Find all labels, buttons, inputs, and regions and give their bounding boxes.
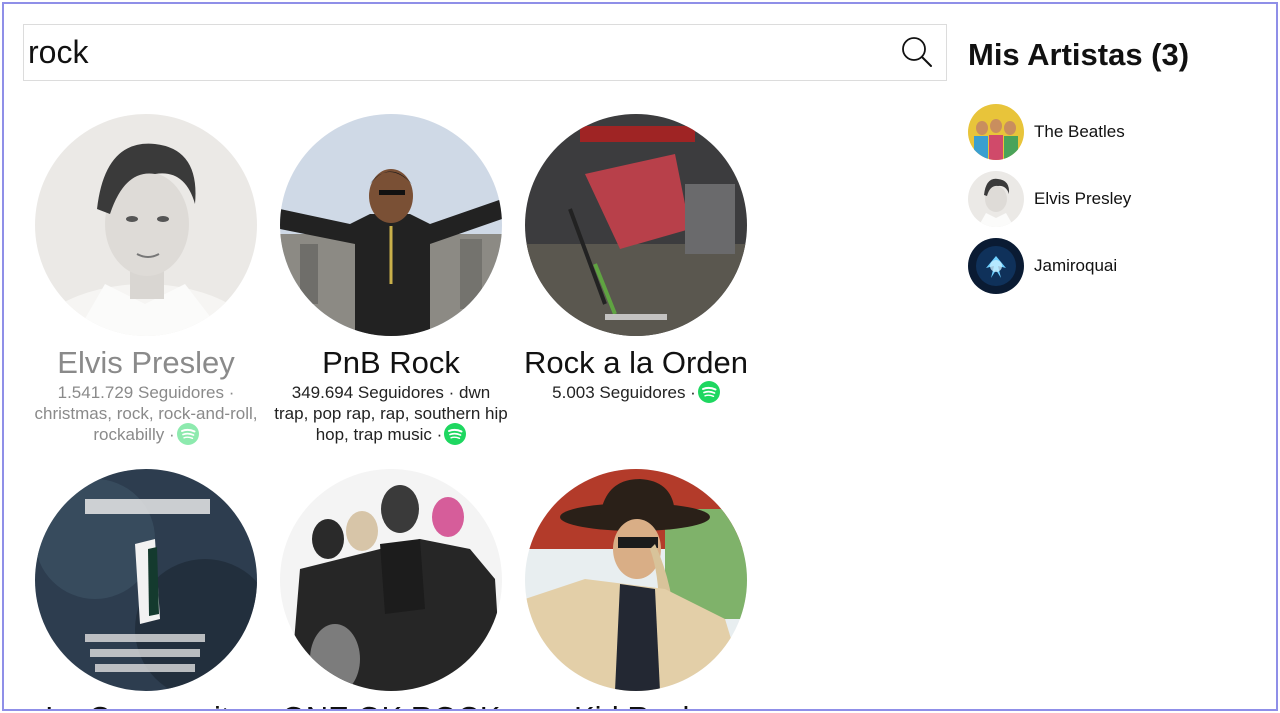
artist-name: Kid Rock bbox=[514, 699, 758, 709]
jamiroquai-photo bbox=[968, 238, 1024, 294]
spotify-icon[interactable] bbox=[444, 422, 467, 445]
artist-meta: 5.003 Seguidores · bbox=[514, 380, 758, 405]
la-cumparsita-rock-album-art bbox=[35, 469, 257, 691]
my-artist-item[interactable]: Elvis Presley bbox=[968, 171, 1268, 227]
artist-meta: 349.694 Seguidores · dwn trap, pop rap, … bbox=[269, 382, 513, 447]
artist-meta: 1.541.729 Seguidores · christmas, rock, … bbox=[24, 382, 268, 447]
rock-a-la-orden-album-art bbox=[525, 114, 747, 336]
my-artists-sidebar: Mis Artistas (3) The Beatles Elvis Presl… bbox=[968, 36, 1268, 305]
my-artist-name: The Beatles bbox=[1034, 122, 1125, 141]
my-artist-item[interactable]: The Beatles bbox=[968, 104, 1268, 160]
the-beatles-photo bbox=[968, 104, 1024, 160]
artist-name: Rock a la Orden bbox=[524, 345, 748, 380]
artist-name: PnB Rock bbox=[322, 345, 460, 380]
artist-card[interactable]: ONE OK ROCK bbox=[269, 469, 513, 709]
search-bar bbox=[23, 24, 947, 81]
my-artist-name: Jamiroquai bbox=[1034, 256, 1118, 275]
sidebar-title: Mis Artistas (3) bbox=[968, 37, 1190, 72]
artist-name: Elvis Presley bbox=[57, 345, 235, 380]
artist-card[interactable]: Rock a la Orden 5.003 Seguidores · bbox=[514, 114, 758, 405]
artist-card[interactable]: Elvis Presley 1.541.729 Seguidores · chr… bbox=[24, 114, 268, 447]
one-ok-rock-photo bbox=[280, 469, 502, 691]
spotify-icon[interactable] bbox=[176, 422, 199, 445]
artist-meta-text: 1.541.729 Seguidores · christmas, rock, … bbox=[34, 383, 258, 444]
my-artist-name: Elvis Presley bbox=[1034, 189, 1132, 208]
my-artists-list: The Beatles Elvis Presley Jamiroquai bbox=[968, 104, 1268, 294]
search-input[interactable] bbox=[24, 25, 884, 80]
kid-rock-photo bbox=[525, 469, 747, 691]
artist-meta-text: 5.003 Seguidores · bbox=[552, 383, 696, 402]
search-icon[interactable] bbox=[900, 35, 934, 69]
artist-card[interactable]: Kid Rock bbox=[514, 469, 758, 709]
spotify-icon[interactable] bbox=[697, 380, 720, 403]
app-window: Elvis Presley 1.541.729 Seguidores · chr… bbox=[2, 2, 1278, 711]
artist-card[interactable]: PnB Rock 349.694 Seguidores · dwn trap, … bbox=[269, 114, 513, 447]
pnb-rock-photo bbox=[280, 114, 502, 336]
artist-name: La Cumparsita bbox=[24, 699, 268, 709]
artist-card[interactable]: La Cumparsita bbox=[24, 469, 268, 709]
my-artist-item[interactable]: Jamiroquai bbox=[968, 238, 1268, 294]
artist-name: ONE OK ROCK bbox=[269, 699, 513, 709]
elvis-presley-photo bbox=[968, 171, 1024, 227]
artist-meta-text: 349.694 Seguidores · dwn trap, pop rap, … bbox=[274, 383, 508, 444]
elvis-presley-photo bbox=[35, 114, 257, 336]
